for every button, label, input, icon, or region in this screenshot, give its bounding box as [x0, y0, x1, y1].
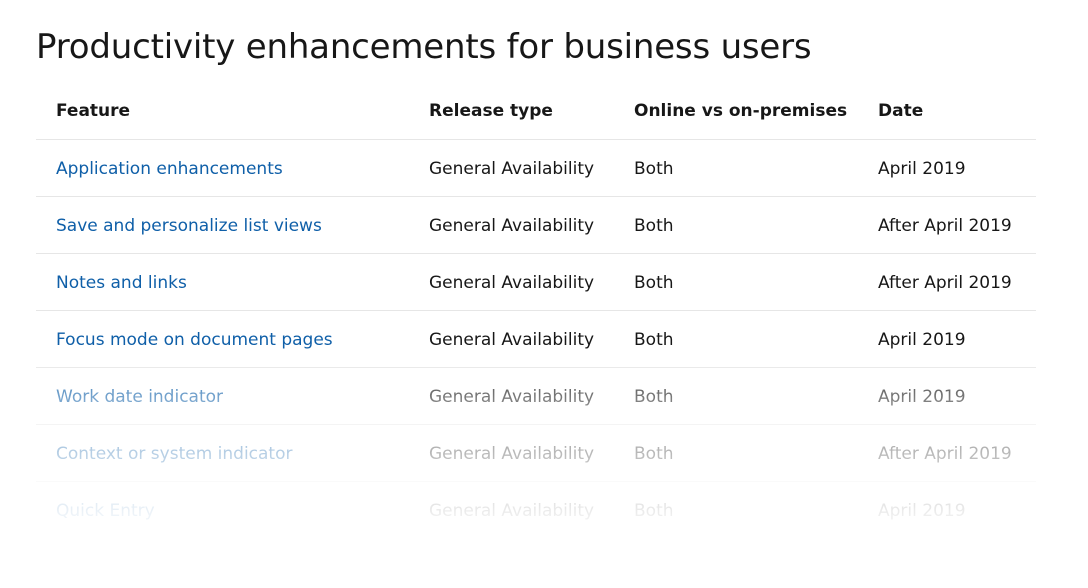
release-type-cell: General Availability — [429, 159, 595, 179]
table-row: Quick Entry General Availability Both Ap… — [36, 482, 1036, 539]
table-row: Focus mode on document pages General Ava… — [36, 311, 1036, 368]
feature-link-application-enhancements[interactable]: Application enhancements — [56, 159, 283, 179]
page-title: Productivity enhancements for business u… — [36, 27, 812, 67]
deployment-cell: Both — [634, 273, 674, 293]
date-cell: April 2019 — [878, 387, 966, 407]
feature-link-context-or-system-indicator[interactable]: Context or system indicator — [56, 444, 293, 464]
date-cell: After April 2019 — [878, 444, 1012, 464]
release-type-cell: General Availability — [429, 330, 595, 350]
release-type-cell: General Availability — [429, 273, 595, 293]
date-cell: April 2019 — [878, 159, 966, 179]
column-header-online-vs-on-premises: Online vs on-premises — [634, 101, 848, 121]
feature-link-quick-entry[interactable]: Quick Entry — [56, 501, 155, 521]
feature-link-focus-mode-on-document-pages[interactable]: Focus mode on document pages — [56, 330, 333, 350]
table-row: Save and personalize list views General … — [36, 197, 1036, 254]
date-cell: April 2019 — [878, 330, 966, 350]
feature-link-save-and-personalize-list-views[interactable]: Save and personalize list views — [56, 216, 322, 236]
release-type-cell: General Availability — [429, 501, 595, 521]
release-type-cell: General Availability — [429, 444, 595, 464]
deployment-cell: Both — [634, 159, 674, 179]
feature-cell: Notes and links — [56, 254, 187, 310]
feature-cell: Focus mode on document pages — [56, 311, 333, 367]
date-cell: After April 2019 — [878, 216, 1012, 236]
feature-cell: Work date indicator — [56, 368, 223, 424]
feature-link-notes-and-links[interactable]: Notes and links — [56, 273, 187, 293]
column-header-feature: Feature — [56, 101, 131, 121]
deployment-cell: Both — [634, 216, 674, 236]
date-cell: After April 2019 — [878, 273, 1012, 293]
column-header-release-type: Release type — [429, 101, 553, 121]
feature-link-work-date-indicator[interactable]: Work date indicator — [56, 387, 223, 407]
page: Productivity enhancements for business u… — [0, 0, 1088, 588]
features-table: Feature Release type Online vs on-premis… — [36, 83, 1036, 539]
table-row: Notes and links General Availability Bot… — [36, 254, 1036, 311]
date-cell: April 2019 — [878, 501, 966, 521]
table-row: Application enhancements General Availab… — [36, 140, 1036, 197]
feature-cell: Quick Entry — [56, 482, 155, 538]
deployment-cell: Both — [634, 330, 674, 350]
feature-cell: Context or system indicator — [56, 425, 293, 481]
table-header-row: Feature Release type Online vs on-premis… — [36, 83, 1036, 140]
feature-cell: Application enhancements — [56, 140, 283, 196]
feature-cell: Save and personalize list views — [56, 197, 322, 253]
column-header-date: Date — [878, 101, 924, 121]
table-row: Context or system indicator General Avai… — [36, 425, 1036, 482]
table-row: Work date indicator General Availability… — [36, 368, 1036, 425]
deployment-cell: Both — [634, 444, 674, 464]
release-type-cell: General Availability — [429, 216, 595, 236]
release-type-cell: General Availability — [429, 387, 595, 407]
deployment-cell: Both — [634, 501, 674, 521]
deployment-cell: Both — [634, 387, 674, 407]
